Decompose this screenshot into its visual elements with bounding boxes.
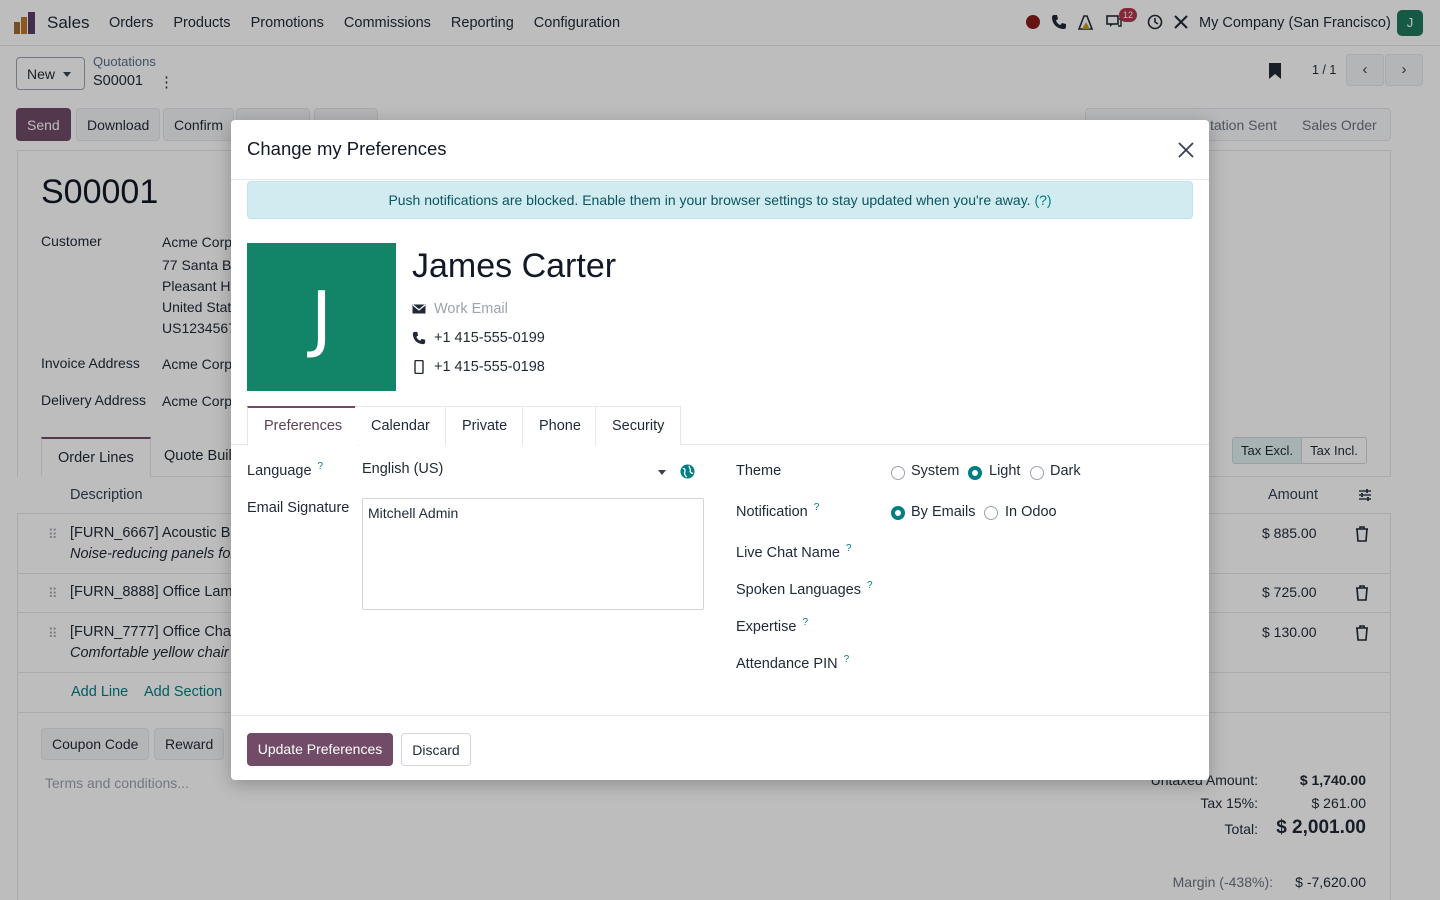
live-chat-name-label: Live Chat Name?	[736, 543, 852, 561]
help-tooltip-icon[interactable]: ?	[867, 580, 873, 591]
expertise-label: Expertise?	[736, 617, 808, 635]
push-notification-alert: Push notifications are blocked. Enable t…	[247, 181, 1193, 219]
tab-private[interactable]: Private	[445, 406, 525, 445]
dropdown-caret-icon[interactable]	[658, 470, 666, 475]
update-preferences-button[interactable]: Update Preferences	[247, 733, 393, 766]
spoken-languages-label-text: Spoken Languages	[736, 582, 861, 598]
expertise-label-text: Expertise	[736, 619, 797, 635]
notification-email-label[interactable]: By Emails	[911, 504, 975, 520]
phone-icon	[412, 331, 426, 345]
dialog-tabs: Preferences Calendar Private Phone Secur…	[231, 406, 1209, 446]
email-signature-label: Email Signature	[247, 500, 350, 516]
language-label-text: Language	[247, 463, 312, 479]
dialog-header: Change my Preferences	[231, 120, 1209, 180]
preferences-dialog: Change my Preferences Push notifications…	[231, 120, 1209, 780]
notification-email-radio[interactable]	[891, 506, 905, 520]
email-signature-editor[interactable]: Mitchell Admin	[362, 498, 704, 610]
attendance-pin-label: Attendance PIN?	[736, 654, 850, 672]
close-icon[interactable]	[1175, 139, 1197, 161]
dialog-footer: Update Preferences Discard	[231, 715, 1209, 780]
alert-help-link[interactable]: (?)	[1034, 192, 1051, 208]
help-tooltip-icon[interactable]: ?	[802, 617, 808, 628]
work-phone-field[interactable]: +1 415-555-0199	[434, 330, 545, 346]
envelope-icon	[412, 304, 426, 314]
theme-label: Theme	[736, 463, 782, 479]
theme-system-label[interactable]: System	[911, 463, 959, 479]
work-email-field[interactable]: Work Email	[434, 301, 508, 317]
live-chat-label-text: Live Chat Name	[736, 545, 840, 561]
dialog-title: Change my Preferences	[247, 138, 447, 159]
user-avatar-large[interactable]: J	[247, 243, 396, 391]
help-tooltip-icon[interactable]: ?	[846, 543, 852, 554]
help-tooltip-icon[interactable]: ?	[814, 502, 820, 513]
theme-light-label[interactable]: Light	[989, 463, 1020, 479]
tab-security[interactable]: Security	[595, 406, 682, 445]
help-tooltip-icon[interactable]: ?	[318, 461, 324, 472]
notification-label-text: Notification	[736, 504, 808, 520]
alert-text: Push notifications are blocked. Enable t…	[388, 192, 1031, 208]
theme-dark-label[interactable]: Dark	[1050, 463, 1081, 479]
expertise-input[interactable]	[891, 617, 1193, 639]
globe-icon[interactable]	[680, 464, 695, 479]
language-label: Language?	[247, 461, 324, 479]
language-select[interactable]: English (US)	[362, 461, 699, 483]
language-value: English (US)	[362, 461, 444, 477]
tab-preferences[interactable]: Preferences	[247, 406, 360, 446]
theme-dark-radio[interactable]	[1030, 466, 1044, 480]
help-tooltip-icon[interactable]: ?	[844, 654, 850, 665]
notification-inbox-label[interactable]: In Odoo	[1005, 504, 1057, 520]
user-name: James Carter	[412, 247, 617, 285]
theme-light-radio[interactable]	[968, 466, 982, 480]
attendance-pin-input[interactable]	[891, 654, 1193, 676]
tab-calendar[interactable]: Calendar	[355, 406, 447, 445]
discard-button[interactable]: Discard	[401, 733, 471, 766]
notification-inbox-radio[interactable]	[984, 506, 998, 520]
spoken-languages-input[interactable]	[891, 580, 1193, 602]
theme-system-radio[interactable]	[891, 466, 905, 480]
spoken-languages-label: Spoken Languages?	[736, 580, 873, 598]
tab-phone[interactable]: Phone	[522, 406, 598, 445]
mobile-phone-field[interactable]: +1 415-555-0198	[434, 359, 545, 375]
signature-text: Mitchell Admin	[368, 505, 459, 521]
attendance-pin-label-text: Attendance PIN	[736, 656, 838, 672]
notification-label: Notification?	[736, 502, 820, 520]
live-chat-name-input[interactable]	[891, 543, 1193, 565]
mobile-icon	[414, 360, 424, 374]
